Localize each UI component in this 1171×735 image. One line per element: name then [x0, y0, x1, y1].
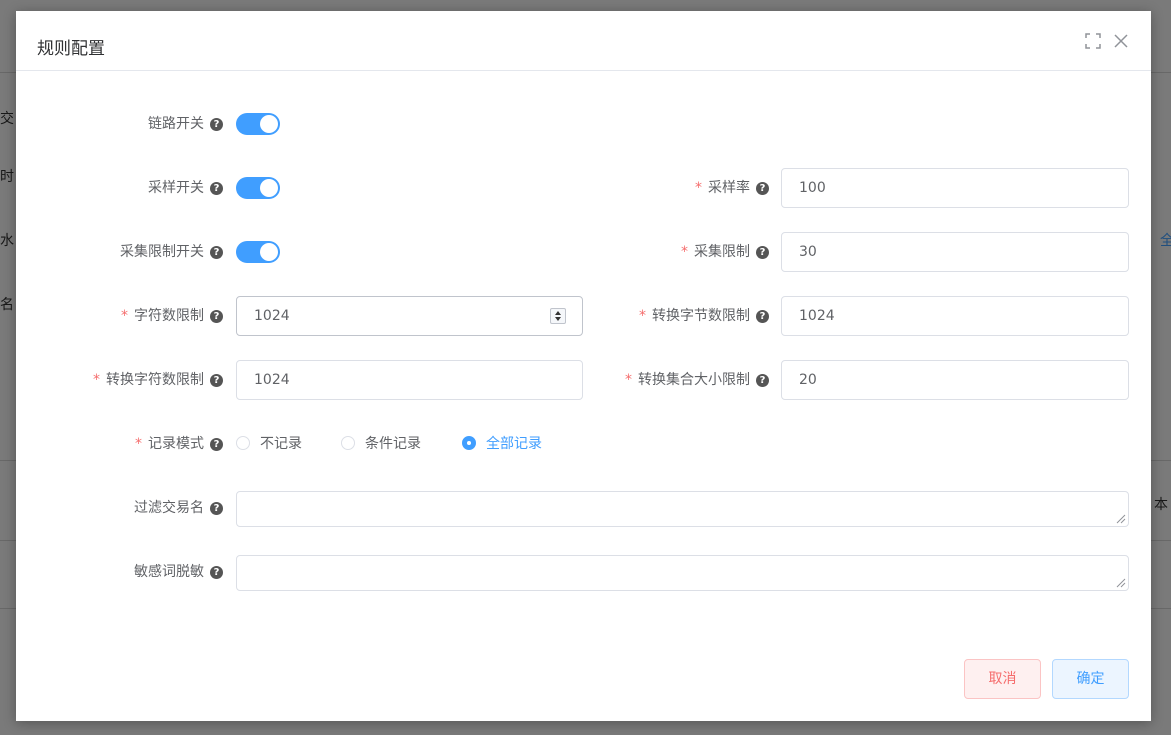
help-icon[interactable]: ? [210, 566, 223, 579]
collect-limit-switch-label-text: 采集限制开关 [120, 244, 204, 260]
sample-switch-label-text: 采样开关 [148, 180, 204, 196]
form-row-sample: 采样开关? * 采样率? 100 [16, 168, 1151, 208]
required-mark: * [681, 244, 688, 260]
resize-handle-icon[interactable] [1114, 576, 1126, 588]
sample-switch[interactable] [236, 177, 280, 199]
required-mark: * [625, 372, 632, 388]
required-mark: * [93, 372, 100, 388]
radio-circle-checked[interactable] [462, 436, 476, 450]
filter-tx-name-textarea[interactable] [236, 491, 1129, 527]
form-row-record-mode: * 记录模式? 不记录 条件记录 全部记录 [16, 424, 1151, 464]
help-icon[interactable]: ? [210, 502, 223, 515]
help-icon[interactable]: ? [210, 310, 223, 323]
convert-char-limit-label-text: 转换字符数限制 [106, 372, 204, 388]
radio-circle[interactable] [236, 436, 250, 450]
collect-limit-input[interactable]: 30 [781, 232, 1129, 272]
collect-limit-label: * 采集限制? [681, 232, 769, 272]
help-icon[interactable]: ? [210, 118, 223, 131]
filter-tx-name-label-text: 过滤交易名 [134, 500, 204, 516]
convert-collection-limit-label: * 转换集合大小限制? [625, 360, 769, 400]
radio-label: 条件记录 [365, 436, 421, 452]
radio-no-record[interactable]: 不记录 [236, 424, 302, 464]
collect-limit-switch[interactable] [236, 241, 280, 263]
form-row-char-limit: * 字符数限制? 1024 * 转换字节数限制? 1024 [16, 296, 1151, 336]
rule-config-dialog: 规则配置 链路开关? 采样开关? * 采样率? 100 采集限制开关? * 采集限制… [16, 11, 1151, 721]
number-spinner-icon[interactable] [550, 308, 566, 324]
help-icon[interactable]: ? [756, 246, 769, 259]
required-mark: * [695, 180, 702, 196]
convert-char-limit-label: * 转换字符数限制? [93, 360, 223, 400]
char-limit-label: * 字符数限制? [121, 296, 223, 336]
form-row-link-switch: 链路开关? [16, 104, 1151, 144]
sample-rate-label-text: 采样率 [708, 180, 750, 196]
collect-limit-switch-label: 采集限制开关? [120, 232, 223, 272]
radio-circle[interactable] [341, 436, 355, 450]
form-row-sensitive: 敏感词脱敏? [16, 552, 1151, 592]
sensitive-mask-label: 敏感词脱敏? [134, 552, 223, 592]
radio-label: 全部记录 [486, 436, 542, 452]
form-row-convert-limits: * 转换字符数限制? 1024 * 转换集合大小限制? 20 [16, 360, 1151, 400]
help-icon[interactable]: ? [756, 374, 769, 387]
required-mark: * [121, 308, 128, 324]
sample-rate-label: * 采样率? [695, 168, 769, 208]
radio-label: 不记录 [260, 436, 302, 452]
cancel-button[interactable]: 取消 [964, 659, 1041, 699]
close-icon[interactable] [1112, 32, 1130, 50]
filter-tx-name-label: 过滤交易名? [134, 488, 223, 528]
confirm-button[interactable]: 确定 [1052, 659, 1129, 699]
sensitive-mask-label-text: 敏感词脱敏 [134, 564, 204, 580]
char-limit-input[interactable]: 1024 [236, 296, 583, 336]
help-icon[interactable]: ? [756, 310, 769, 323]
form-row-filter: 过滤交易名? [16, 488, 1151, 528]
sensitive-mask-textarea[interactable] [236, 555, 1129, 591]
collect-limit-label-text: 采集限制 [694, 244, 750, 260]
help-icon[interactable]: ? [756, 182, 769, 195]
sample-switch-label: 采样开关? [148, 168, 223, 208]
convert-collection-limit-input[interactable]: 20 [781, 360, 1129, 400]
help-icon[interactable]: ? [210, 246, 223, 259]
dialog-title: 规则配置 [37, 39, 105, 59]
record-mode-label-text: 记录模式 [148, 436, 204, 452]
char-limit-value: 1024 [254, 308, 290, 324]
link-switch-label: 链路开关? [148, 104, 223, 144]
convert-byte-limit-input[interactable]: 1024 [781, 296, 1129, 336]
dialog-header: 规则配置 [16, 11, 1151, 71]
convert-collection-limit-label-text: 转换集合大小限制 [638, 372, 750, 388]
convert-byte-limit-label: * 转换字节数限制? [639, 296, 769, 336]
help-icon[interactable]: ? [210, 438, 223, 451]
radio-conditional-record[interactable]: 条件记录 [341, 424, 421, 464]
link-switch[interactable] [236, 113, 280, 135]
convert-byte-limit-label-text: 转换字节数限制 [652, 308, 750, 324]
required-mark: * [135, 436, 142, 452]
char-limit-label-text: 字符数限制 [134, 308, 204, 324]
help-icon[interactable]: ? [210, 182, 223, 195]
help-icon[interactable]: ? [210, 374, 223, 387]
record-mode-label: * 记录模式? [135, 424, 223, 464]
form-row-collect-limit: 采集限制开关? * 采集限制? 30 [16, 232, 1151, 272]
radio-all-record[interactable]: 全部记录 [462, 424, 542, 464]
fullscreen-icon[interactable] [1084, 32, 1102, 50]
required-mark: * [639, 308, 646, 324]
link-switch-label-text: 链路开关 [148, 116, 204, 132]
resize-handle-icon[interactable] [1114, 512, 1126, 524]
sample-rate-input[interactable]: 100 [781, 168, 1129, 208]
convert-char-limit-input[interactable]: 1024 [236, 360, 583, 400]
